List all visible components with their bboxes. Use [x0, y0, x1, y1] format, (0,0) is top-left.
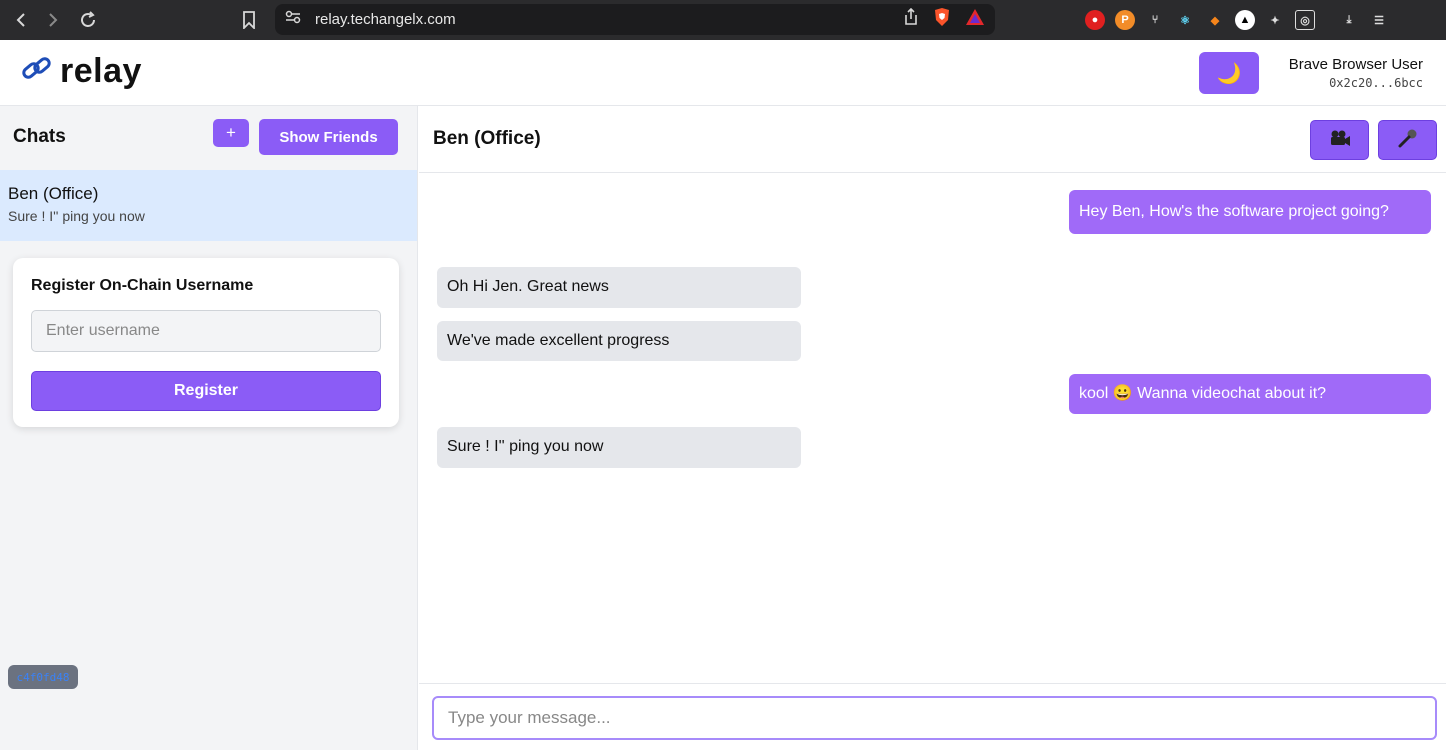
chats-title: Chats [13, 126, 66, 147]
incoming-message: We've made excellent progress [437, 321, 801, 361]
message-composer [419, 683, 1446, 750]
username-input[interactable] [31, 310, 381, 352]
chat-item-preview: Sure ! I'' ping you now [8, 208, 145, 224]
address-bar[interactable]: relay.techangelx.com [275, 4, 995, 35]
menu-icon[interactable]: ☰ [1369, 10, 1389, 30]
metamask-fox-icon[interactable]: ◆ [1205, 10, 1225, 30]
p-extension-icon[interactable]: P [1115, 10, 1135, 30]
download-icon[interactable]: ⤓ [1339, 10, 1359, 30]
share-icon[interactable] [903, 7, 919, 31]
video-camera-icon [1329, 129, 1351, 152]
incoming-message: Oh Hi Jen. Great news [437, 267, 801, 308]
back-icon[interactable] [4, 3, 38, 37]
chat-list-item[interactable]: Ben (Office) Sure ! I'' ping you now [0, 170, 417, 241]
register-title: Register On-Chain Username [31, 277, 254, 294]
fork-extension-icon[interactable]: ⑂ [1145, 10, 1165, 30]
new-chat-button[interactable]: + [213, 119, 249, 147]
microphone-icon [1397, 127, 1419, 154]
chat-panel: Ben (Office) Hey Ben, How's the software… [419, 106, 1446, 750]
url-text: relay.techangelx.com [315, 11, 456, 28]
voice-call-button[interactable] [1378, 120, 1437, 160]
browser-toolbar: relay.techangelx.com ● P ⑂ ⚛ ◆ ▲ ✦ ◎ ⤓ ☰ [0, 0, 1446, 40]
reader-mode-icon[interactable]: ◎ [1295, 10, 1315, 30]
reload-icon[interactable] [71, 3, 105, 37]
video-call-button[interactable] [1310, 120, 1369, 160]
register-username-card: Register On-Chain Username Register [13, 258, 399, 427]
user-name: Brave Browser User [1288, 56, 1423, 73]
version-badge: c4f0fd48 [8, 665, 78, 689]
register-button[interactable]: Register [31, 371, 381, 411]
puzzle-extensions-icon[interactable]: ✦ [1265, 10, 1285, 30]
outgoing-message: Hey Ben, How's the software project goin… [1069, 190, 1431, 234]
brave-rewards-icon[interactable] [965, 8, 985, 31]
app-header: relay 🌙 Brave Browser User 0x2c20...6bcc [0, 40, 1446, 106]
triangle-extension-icon[interactable]: ▲ [1235, 10, 1255, 30]
link-icon [20, 53, 54, 90]
extensions-bar: ● P ⑂ ⚛ ◆ ▲ ✦ ◎ ⤓ ☰ [1085, 0, 1389, 40]
moon-icon: 🌙 [1216, 62, 1242, 85]
chat-header: Ben (Office) [419, 106, 1446, 173]
incoming-message: Sure ! I'' ping you now [437, 427, 801, 468]
brave-shield-icon[interactable] [933, 7, 951, 32]
outgoing-message: kool 😀 Wanna videochat about it? [1069, 374, 1431, 414]
chat-title: Ben (Office) [433, 128, 541, 149]
chat-item-name: Ben (Office) [8, 184, 99, 203]
bookmark-icon[interactable] [238, 8, 260, 32]
logo-text: relay [60, 52, 142, 90]
shield-extension-icon[interactable]: ● [1085, 10, 1105, 30]
user-address: 0x2c20...6bcc [1329, 76, 1423, 90]
sidebar: Chats + Show Friends Ben (Office) Sure !… [0, 106, 418, 750]
show-friends-button[interactable]: Show Friends [259, 119, 398, 155]
logo[interactable]: relay [20, 52, 142, 91]
forward-icon[interactable] [36, 3, 70, 37]
react-extension-icon[interactable]: ⚛ [1175, 10, 1195, 30]
message-input[interactable] [432, 696, 1437, 740]
site-settings-icon[interactable] [285, 10, 301, 29]
theme-toggle-button[interactable]: 🌙 [1199, 52, 1259, 94]
